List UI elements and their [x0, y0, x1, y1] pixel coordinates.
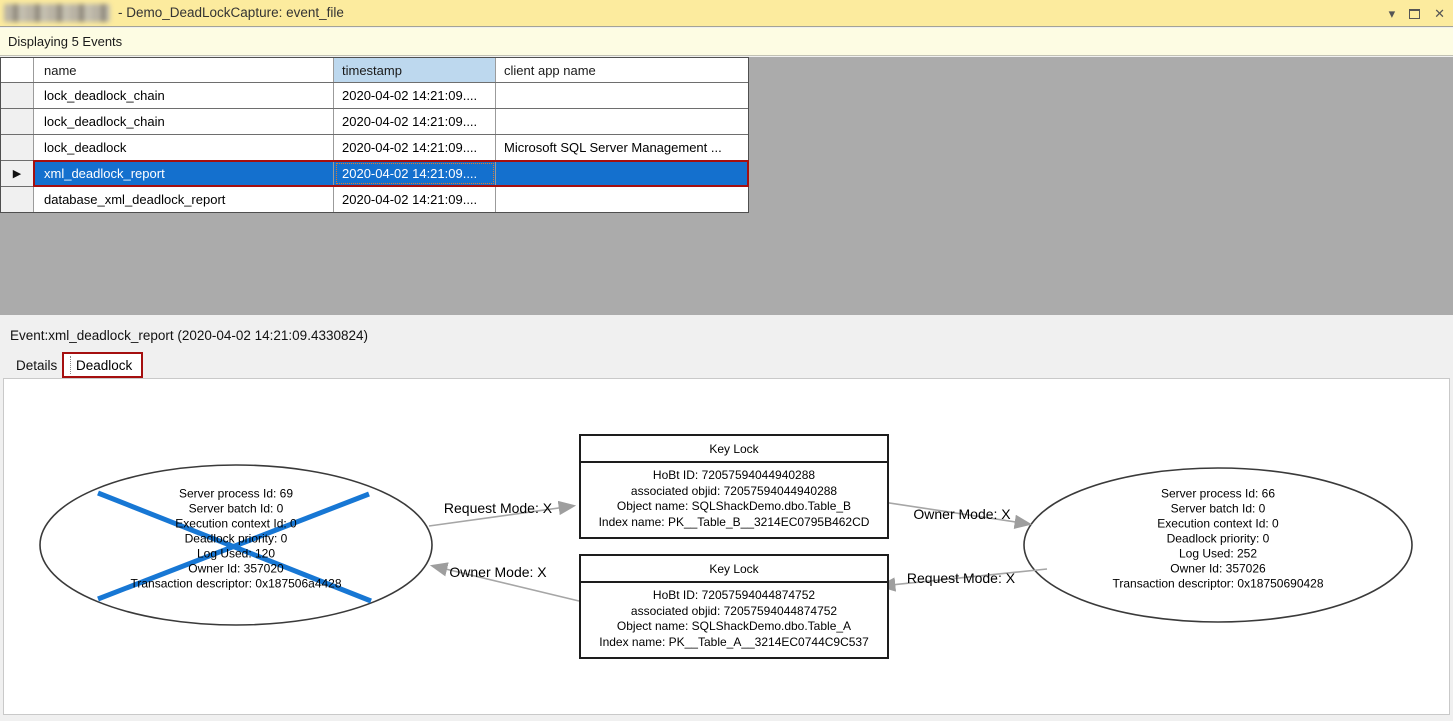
close-icon[interactable]: ✕ [1434, 7, 1445, 20]
process-right-line: Owner Id: 357026 [1170, 561, 1266, 576]
cell-timestamp[interactable]: 2020-04-02 14:21:09.... [334, 83, 496, 108]
process-right-line: Server batch Id: 0 [1170, 501, 1266, 516]
resource-top-title: Key Lock [581, 436, 887, 463]
column-header-name[interactable]: name [34, 58, 334, 82]
process-right-info: Server process Id: 66 Server batch Id: 0… [1112, 487, 1323, 592]
redacted-server-name [4, 4, 110, 22]
cell-client-app-name[interactable] [496, 83, 748, 108]
cell-name[interactable]: lock_deadlock_chain [34, 109, 334, 134]
cell-name[interactable]: lock_deadlock [34, 135, 334, 160]
resource-top-line: Index name: PK__Table_B__3214EC0795B462C… [598, 514, 870, 529]
table-row[interactable]: database_xml_deadlock_report 2020-04-02 … [1, 186, 748, 212]
row-selector-header [1, 58, 34, 82]
process-left-line: Server process Id: 69 [178, 486, 294, 501]
row-selector-cell[interactable] [1, 135, 34, 160]
edge-label-request-top-left: Request Mode: X [443, 500, 553, 516]
grid-workspace: name timestamp client app name lock_dead… [0, 57, 1453, 315]
column-header-timestamp[interactable]: timestamp [334, 58, 496, 82]
process-left-line: Transaction descriptor: 0x187506a4428 [130, 576, 342, 591]
process-right-line: Deadlock priority: 0 [1166, 531, 1270, 546]
process-right-line: Server process Id: 66 [1160, 486, 1276, 501]
event-count-bar: Displaying 5 Events [0, 28, 1453, 56]
title-bar: - Demo_DeadLockCapture: event_file ▾ ✕ [0, 0, 1453, 27]
window-title: - Demo_DeadLockCapture: event_file [118, 5, 344, 20]
event-count-text: Displaying 5 Events [8, 34, 123, 49]
resource-top-line: Object name: SQLShackDemo.dbo.Table_B [616, 499, 852, 513]
cell-client-app-name[interactable]: Microsoft SQL Server Management ... [496, 135, 748, 160]
event-detail-title: Event:xml_deadlock_report (2020-04-02 14… [10, 328, 368, 343]
table-row-selected[interactable]: ▶ xml_deadlock_report 2020-04-02 14:21:0… [1, 160, 749, 187]
cell-timestamp[interactable]: 2020-04-02 14:21:09.... [334, 161, 496, 186]
row-selector-cell[interactable]: ▶ [1, 161, 34, 186]
process-left-line: Owner Id: 357020 [188, 561, 284, 576]
edge-label-request-bottom-right: Request Mode: X [906, 570, 1016, 586]
resource-bottom-info: HoBt ID: 72057594044874752 associated ob… [581, 583, 887, 650]
edge-label-owner-top-right: Owner Mode: X [913, 506, 1011, 522]
edge-label-owner-bottom-left: Owner Mode: X [449, 564, 547, 580]
process-left-line: Log Used: 120 [196, 546, 276, 561]
xevent-viewer-window: - Demo_DeadLockCapture: event_file ▾ ✕ D… [0, 0, 1453, 721]
cell-timestamp[interactable]: 2020-04-02 14:21:09.... [334, 109, 496, 134]
events-table: name timestamp client app name lock_dead… [0, 57, 749, 213]
cell-client-app-name[interactable] [496, 161, 748, 186]
tab-deadlock-label: Deadlock [76, 357, 133, 373]
process-left-info: Server process Id: 69 Server batch Id: 0… [130, 487, 341, 592]
tab-focus-dots [70, 356, 71, 374]
row-selector-cell[interactable] [1, 187, 34, 212]
cell-client-app-name[interactable] [496, 187, 748, 212]
maximize-icon[interactable] [1409, 8, 1421, 19]
column-header-client-app-name[interactable]: client app name [496, 58, 748, 82]
table-row[interactable]: lock_deadlock_chain 2020-04-02 14:21:09.… [1, 108, 748, 134]
table-row[interactable]: lock_deadlock 2020-04-02 14:21:09.... Mi… [1, 134, 748, 160]
process-right-line: Log Used: 252 [1178, 546, 1258, 561]
table-row[interactable]: lock_deadlock_chain 2020-04-02 14:21:09.… [1, 82, 748, 108]
resource-bottom-line: associated objid: 72057594044874752 [630, 603, 838, 618]
resource-bottom-line: Object name: SQLShackDemo.dbo.Table_A [616, 619, 852, 633]
process-left-line: Deadlock priority: 0 [184, 531, 288, 546]
tab-deadlock[interactable]: Deadlock [62, 352, 144, 378]
row-selector-cell[interactable] [1, 83, 34, 108]
resource-bottom-line: HoBt ID: 72057594044874752 [652, 588, 816, 602]
resource-node-bottom: Key Lock HoBt ID: 72057594044874752 asso… [579, 554, 889, 659]
resource-node-top: Key Lock HoBt ID: 72057594044940288 asso… [579, 434, 889, 539]
process-right-line: Execution context Id: 0 [1157, 516, 1279, 531]
resource-top-line: HoBt ID: 72057594044940288 [652, 468, 816, 482]
resource-top-info: HoBt ID: 72057594044940288 associated ob… [581, 463, 887, 530]
dropdown-icon[interactable]: ▾ [1389, 7, 1396, 20]
table-header-row: name timestamp client app name [1, 58, 748, 82]
event-detail-panel: Event:xml_deadlock_report (2020-04-02 14… [0, 315, 1453, 721]
row-selector-cell[interactable] [1, 109, 34, 134]
deadlock-graph-canvas: Server process Id: 69 Server batch Id: 0… [3, 378, 1450, 715]
tab-details[interactable]: Details [12, 355, 61, 376]
cell-timestamp[interactable]: 2020-04-02 14:21:09.... [334, 187, 496, 212]
resource-bottom-line: Index name: PK__Table_A__3214EC0744C9C53… [599, 634, 869, 649]
resource-top-line: associated objid: 72057594044940288 [630, 483, 838, 498]
current-row-indicator-icon: ▶ [12, 168, 22, 180]
cell-client-app-name[interactable] [496, 109, 748, 134]
process-left-line: Execution context Id: 0 [175, 516, 297, 531]
process-left-line: Server batch Id: 0 [188, 501, 284, 516]
cell-name[interactable]: database_xml_deadlock_report [34, 187, 334, 212]
cell-name[interactable]: xml_deadlock_report [34, 161, 334, 186]
cell-timestamp[interactable]: 2020-04-02 14:21:09.... [334, 135, 496, 160]
process-right-line: Transaction descriptor: 0x18750690428 [1112, 576, 1324, 591]
window-controls: ▾ ✕ [1389, 0, 1445, 27]
cell-name[interactable]: lock_deadlock_chain [34, 83, 334, 108]
resource-bottom-title: Key Lock [581, 556, 887, 583]
